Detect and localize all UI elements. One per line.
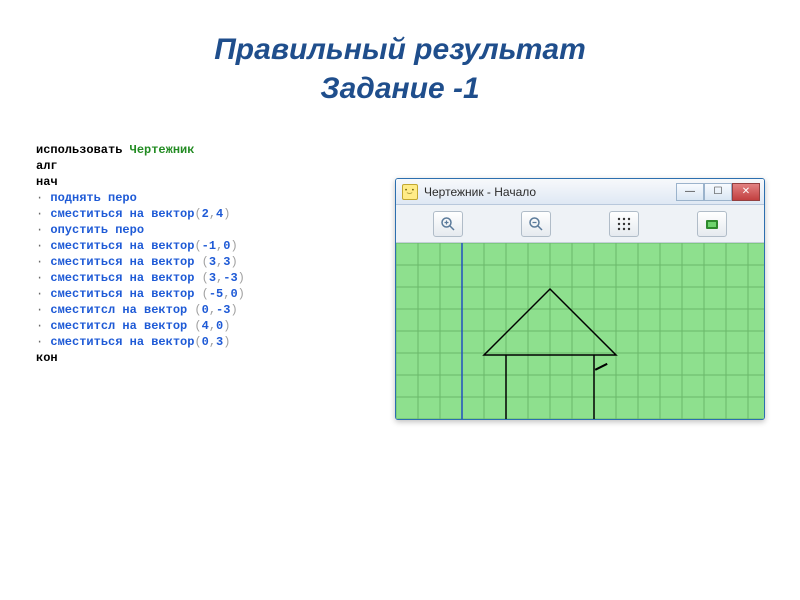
- toolbar: [396, 205, 764, 243]
- maximize-button[interactable]: ☐: [704, 183, 732, 201]
- titlebar[interactable]: Чертежник - Начало — ☐ ✕: [396, 179, 764, 205]
- zoom-in-button[interactable]: [433, 211, 463, 237]
- app-icon: [402, 184, 418, 200]
- window-title: Чертежник - Начало: [424, 185, 676, 199]
- code-line: · сместиться на вектор (3,3): [36, 254, 450, 270]
- content-area: использовать Чертежник алг нач · поднять…: [0, 138, 800, 568]
- close-button[interactable]: ✕: [732, 183, 760, 201]
- code-begin: нач: [36, 174, 450, 190]
- code-line: · сместиться на вектор(0,3): [36, 334, 450, 350]
- code-line: · опустить перо: [36, 222, 450, 238]
- code-end: кон: [36, 350, 450, 366]
- code-use-line: использовать Чертежник: [36, 142, 450, 158]
- code-alg: алг: [36, 158, 450, 174]
- zoom-in-icon: [440, 216, 456, 232]
- window-buttons: — ☐ ✕: [676, 183, 760, 201]
- zoom-out-icon: [528, 216, 544, 232]
- code-line: · сместитсл на вектор (4,0): [36, 318, 450, 334]
- minimize-button[interactable]: —: [676, 183, 704, 201]
- app-window: Чертежник - Начало — ☐ ✕: [395, 178, 765, 420]
- grid-button[interactable]: [609, 211, 639, 237]
- canvas[interactable]: [396, 243, 764, 419]
- title-line2: Задание -1: [0, 69, 800, 108]
- run-button[interactable]: [697, 211, 727, 237]
- code-line: · сместитсл на вектор (0,-3): [36, 302, 450, 318]
- title-line1: Правильный результат: [0, 30, 800, 69]
- code-line: · сместиться на вектор(2,4): [36, 206, 450, 222]
- code-line: · сместиться на вектор(-1,0): [36, 238, 450, 254]
- zoom-out-button[interactable]: [521, 211, 551, 237]
- grid-icon: [616, 216, 632, 232]
- code-line: · сместиться на вектор (-5,0): [36, 286, 450, 302]
- slide-title: Правильный результат Задание -1: [0, 0, 800, 108]
- code-line: · сместиться на вектор (3,-3): [36, 270, 450, 286]
- run-icon: [704, 216, 720, 232]
- code-panel: использовать Чертежник алг нач · поднять…: [28, 138, 458, 420]
- code-line: · поднять перо: [36, 190, 450, 206]
